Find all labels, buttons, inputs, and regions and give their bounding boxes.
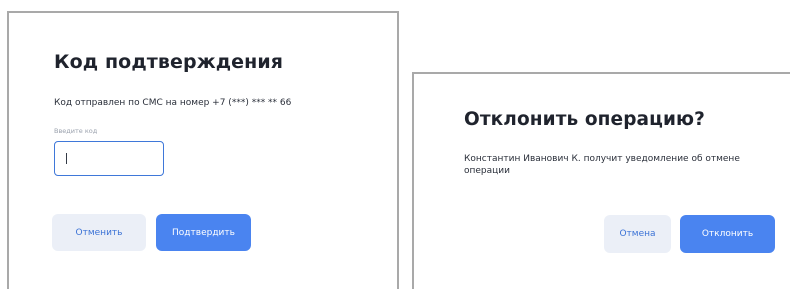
confirm-button[interactable]: Подтвердить <box>156 214 251 251</box>
decline-notice-message: Константин Иванович К. получит уведомлен… <box>464 154 740 176</box>
decline-operation-dialog: Отклонить операцию? Константин Иванович … <box>412 72 790 289</box>
dialog-title: Код подтверждения <box>54 51 284 73</box>
cancel-button[interactable]: Отмена <box>604 215 671 253</box>
sms-sent-message: Код отправлен по СМС на номер +7 (***) *… <box>54 98 292 108</box>
confirmation-code-dialog: Код подтверждения Код отправлен по СМС н… <box>7 11 399 289</box>
text-caret <box>66 153 67 164</box>
code-input[interactable] <box>54 141 164 176</box>
dialog-title: Отклонить операцию? <box>464 109 705 130</box>
cancel-button[interactable]: Отменить <box>52 214 146 251</box>
code-field-label: Введите код <box>54 127 98 135</box>
decline-button[interactable]: Отклонить <box>680 215 775 253</box>
screen: Код подтверждения Код отправлен по СМС н… <box>0 0 790 289</box>
